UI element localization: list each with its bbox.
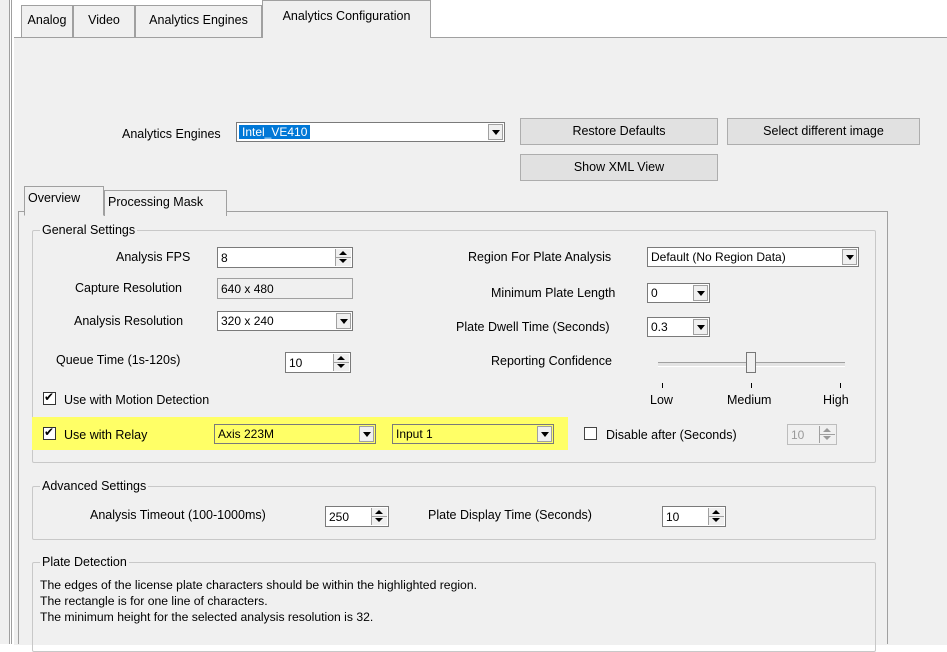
plate-display-time-label: Plate Display Time (Seconds): [428, 508, 592, 522]
spinner-value: 8: [221, 251, 228, 265]
selected-value: 320 x 240: [221, 314, 274, 328]
plate-display-time-spinner[interactable]: 10: [662, 506, 726, 527]
selected-value: 0: [651, 286, 658, 300]
slider-tick: [662, 383, 663, 388]
analysis-timeout-spinner[interactable]: 250: [325, 506, 389, 527]
analysis-fps-label: Analysis FPS: [116, 250, 191, 264]
tab-overview[interactable]: Overview: [24, 186, 104, 216]
motion-detection-label: Use with Motion Detection: [64, 393, 210, 407]
tab-analytics-engines[interactable]: Analytics Engines: [135, 5, 262, 37]
tab-label: Analytics Engines: [149, 13, 248, 27]
plate-detection-title: Plate Detection: [40, 555, 129, 569]
slider-tick: [840, 383, 841, 388]
chevron-down-icon: [693, 319, 708, 335]
restore-defaults-button[interactable]: Restore Defaults: [520, 118, 718, 145]
chevron-down-icon: [359, 426, 374, 442]
spinner-value: 10: [791, 428, 805, 442]
disable-after-checkbox[interactable]: [584, 427, 597, 440]
tab-label: Video: [88, 13, 120, 27]
show-xml-view-button[interactable]: Show XML View: [520, 154, 718, 181]
relay-label: Use with Relay: [64, 428, 148, 442]
select-different-image-button[interactable]: Select different image: [727, 118, 920, 145]
spinner-value: 10: [289, 356, 303, 370]
plate-detection-line: The rectangle is for one line of charact…: [40, 594, 268, 608]
spinner-arrows-icon[interactable]: [335, 249, 351, 266]
relay-checkbox[interactable]: [43, 425, 56, 440]
capture-resolution-field: 640 x 480: [217, 278, 353, 299]
confidence-high-label: High: [823, 393, 849, 407]
capture-resolution-label: Capture Resolution: [75, 281, 183, 295]
queue-time-spinner[interactable]: 10: [285, 352, 351, 373]
analysis-fps-spinner[interactable]: 8: [217, 247, 353, 268]
min-plate-length-select[interactable]: 0: [647, 283, 710, 303]
relay-device-select[interactable]: Axis 223M: [214, 424, 376, 444]
region-label: Region For Plate Analysis: [468, 250, 612, 264]
spinner-value: 10: [666, 510, 680, 524]
plate-detection-line: The edges of the license plate character…: [40, 578, 478, 592]
tab-analytics-configuration[interactable]: Analytics Configuration: [262, 0, 431, 38]
reporting-confidence-label: Reporting Confidence: [491, 354, 612, 368]
advanced-settings-title: Advanced Settings: [40, 479, 149, 493]
chevron-down-icon: [336, 313, 351, 329]
confidence-slider-thumb[interactable]: [746, 352, 756, 373]
tab-video[interactable]: Video: [73, 5, 135, 37]
general-settings-title: General Settings: [40, 223, 138, 237]
tab-label: Analytics Configuration: [282, 9, 411, 23]
tab-processing-mask[interactable]: Processing Mask: [104, 190, 227, 216]
chevron-down-icon: [488, 124, 503, 140]
spinner-value: 250: [329, 510, 350, 524]
left-border: [0, 0, 10, 644]
motion-detection-checkbox[interactable]: [43, 390, 56, 405]
plate-dwell-time-label: Plate Dwell Time (Seconds): [456, 320, 610, 334]
selected-value: Intel_VE410: [239, 125, 311, 139]
analytics-engine-select[interactable]: Intel_VE410: [236, 122, 505, 142]
field-value: 640 x 480: [221, 282, 274, 296]
selected-value: 0.3: [651, 320, 668, 334]
analysis-timeout-label: Analysis Timeout (100-1000ms): [90, 508, 266, 522]
region-select[interactable]: Default (No Region Data): [647, 247, 859, 267]
disable-after-spinner[interactable]: 10: [787, 424, 837, 445]
spinner-arrows-icon[interactable]: [333, 354, 349, 371]
confidence-low-label: Low: [650, 393, 673, 407]
disable-after-label: Disable after (Seconds): [606, 428, 737, 442]
plate-dwell-time-select[interactable]: 0.3: [647, 317, 710, 337]
selected-value: Axis 223M: [218, 427, 275, 441]
analytics-engines-label: Analytics Engines: [122, 127, 221, 141]
spinner-arrows-icon[interactable]: [708, 508, 724, 525]
tab-label: Overview: [28, 191, 81, 205]
relay-input-select[interactable]: Input 1: [392, 424, 554, 444]
chevron-down-icon: [693, 285, 708, 301]
tab-label: Analog: [27, 13, 67, 27]
confidence-medium-label: Medium: [727, 393, 772, 407]
chevron-down-icon: [537, 426, 552, 442]
left-border-line: [11, 0, 12, 644]
queue-time-label: Queue Time (1s-120s): [56, 353, 181, 367]
min-plate-length-label: Minimum Plate Length: [491, 286, 616, 300]
tab-analog[interactable]: Analog: [21, 5, 73, 37]
selected-value: Default (No Region Data): [651, 250, 786, 264]
analysis-resolution-label: Analysis Resolution: [74, 314, 184, 328]
plate-detection-line: The minimum height for the selected anal…: [40, 610, 374, 624]
tab-label: Processing Mask: [108, 195, 204, 209]
analysis-resolution-select[interactable]: 320 x 240: [217, 311, 353, 331]
spinner-arrows-icon[interactable]: [371, 508, 387, 525]
spinner-arrows-icon[interactable]: [819, 426, 835, 443]
chevron-down-icon: [842, 249, 857, 265]
selected-value: Input 1: [396, 427, 433, 441]
slider-tick: [751, 383, 752, 388]
